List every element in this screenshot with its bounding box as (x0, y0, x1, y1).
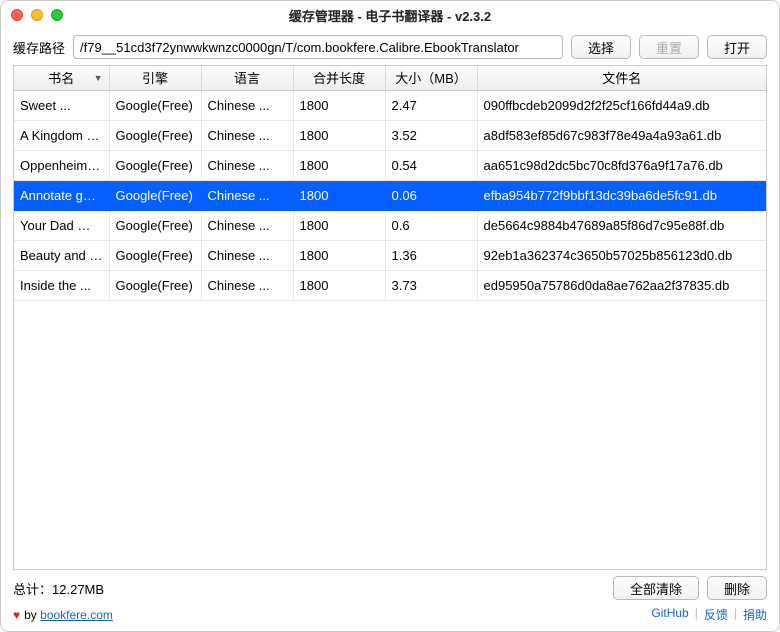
col-size[interactable]: 大小（MB） (385, 66, 477, 90)
github-link[interactable]: GitHub (651, 606, 688, 623)
cell-file: 92eb1a362374c3650b57025b856123d0.db (477, 241, 766, 271)
table-row[interactable]: A Kingdom of...Google(Free)Chinese ...18… (14, 121, 766, 151)
titlebar: 缓存管理器 - 电子书翻译器 - v2.3.2 (1, 1, 779, 29)
cell-engine: Google(Free) (109, 271, 201, 301)
path-row: 缓存路径 选择 重置 打开 (1, 29, 779, 65)
cell-book: Sweet ... (14, 91, 109, 121)
cell-merge: 1800 (293, 271, 385, 301)
cell-engine: Google(Free) (109, 181, 201, 211)
col-lang[interactable]: 语言 (201, 66, 293, 90)
site-link[interactable]: bookfere.com (40, 608, 113, 622)
table-row[interactable]: Sweet ...Google(Free)Chinese ...18002.47… (14, 91, 766, 121)
maximize-icon[interactable] (51, 9, 63, 21)
reset-button[interactable]: 重置 (639, 35, 699, 59)
cell-lang: Chinese ... (201, 241, 293, 271)
cell-lang: Chinese ... (201, 211, 293, 241)
cell-file: ed95950a75786d0da8ae762aa2f37835.db (477, 271, 766, 301)
cache-path-label: 缓存路径 (13, 38, 65, 57)
table-row[interactable]: Beauty and t...Google(Free)Chinese ...18… (14, 241, 766, 271)
select-button[interactable]: 选择 (571, 35, 631, 59)
cell-lang: Chinese ... (201, 91, 293, 121)
table-row[interactable]: Oppenheimer...Google(Free)Chinese ...180… (14, 151, 766, 181)
close-icon[interactable] (11, 9, 23, 21)
cell-merge: 1800 (293, 151, 385, 181)
cell-size: 1.36 (385, 241, 477, 271)
cell-book: Annotate game (14, 181, 109, 211)
cache-table: 书名▼ 引擎 语言 合并长度 大小（MB） 文件名 Sweet ...Googl… (13, 65, 767, 570)
cell-engine: Google(Free) (109, 91, 201, 121)
footer-row: 总计：12.27MB 全部清除 删除 (1, 570, 779, 604)
donate-link[interactable]: 捐助 (743, 606, 767, 623)
feedback-link[interactable]: 反馈 (704, 606, 728, 623)
cell-file: de5664c9884b47689a85f86d7c95e88f.db (477, 211, 766, 241)
cell-engine: Google(Free) (109, 211, 201, 241)
cell-file: 090ffbcdeb2099d2f2f25cf166fd44a9.db (477, 91, 766, 121)
cell-size: 3.52 (385, 121, 477, 151)
cell-lang: Chinese ... (201, 151, 293, 181)
cell-file: aa651c98d2dc5bc70c8fd376a9f17a76.db (477, 151, 766, 181)
cell-book: Oppenheimer... (14, 151, 109, 181)
cell-merge: 1800 (293, 121, 385, 151)
col-merge[interactable]: 合并长度 (293, 66, 385, 90)
cell-engine: Google(Free) (109, 121, 201, 151)
cell-lang: Chinese ... (201, 271, 293, 301)
heart-icon: ♥ (13, 608, 20, 622)
col-engine[interactable]: 引擎 (109, 66, 201, 90)
col-file[interactable]: 文件名 (477, 66, 766, 90)
cell-size: 3.73 (385, 271, 477, 301)
cell-merge: 1800 (293, 241, 385, 271)
cell-merge: 1800 (293, 211, 385, 241)
total-size: 总计：12.27MB (13, 579, 605, 598)
cell-lang: Chinese ... (201, 121, 293, 151)
cell-book: Your Dad Will... (14, 211, 109, 241)
table-row[interactable]: Annotate gameGoogle(Free)Chinese ...1800… (14, 181, 766, 211)
cell-file: a8df583ef85d67c983f78e49a4a93a61.db (477, 121, 766, 151)
window-title: 缓存管理器 - 电子书翻译器 - v2.3.2 (11, 6, 769, 25)
cell-engine: Google(Free) (109, 241, 201, 271)
col-book[interactable]: 书名▼ (14, 66, 109, 90)
cell-merge: 1800 (293, 181, 385, 211)
clear-all-button[interactable]: 全部清除 (613, 576, 699, 600)
cell-lang: Chinese ... (201, 181, 293, 211)
table-row[interactable]: Inside the ...Google(Free)Chinese ...180… (14, 271, 766, 301)
sort-indicator-icon: ▼ (94, 73, 103, 83)
delete-button[interactable]: 删除 (707, 576, 767, 600)
cell-file: efba954b772f9bbf13dc39ba6de5fc91.db (477, 181, 766, 211)
window-controls (11, 9, 63, 21)
minimize-icon[interactable] (31, 9, 43, 21)
cache-path-input[interactable] (73, 35, 563, 59)
table-body[interactable]: Sweet ...Google(Free)Chinese ...18002.47… (14, 91, 766, 570)
cell-merge: 1800 (293, 91, 385, 121)
cell-book: Inside the ... (14, 271, 109, 301)
cell-size: 0.6 (385, 211, 477, 241)
cell-size: 0.54 (385, 151, 477, 181)
credits-row: ♥ by bookfere.com GitHub| 反馈| 捐助 (1, 604, 779, 631)
by-text: by (24, 608, 37, 622)
table-row[interactable]: Your Dad Will...Google(Free)Chinese ...1… (14, 211, 766, 241)
cell-book: Beauty and t... (14, 241, 109, 271)
open-button[interactable]: 打开 (707, 35, 767, 59)
table-header: 书名▼ 引擎 语言 合并长度 大小（MB） 文件名 (14, 66, 766, 90)
cell-book: A Kingdom of... (14, 121, 109, 151)
cell-size: 2.47 (385, 91, 477, 121)
cell-engine: Google(Free) (109, 151, 201, 181)
cell-size: 0.06 (385, 181, 477, 211)
